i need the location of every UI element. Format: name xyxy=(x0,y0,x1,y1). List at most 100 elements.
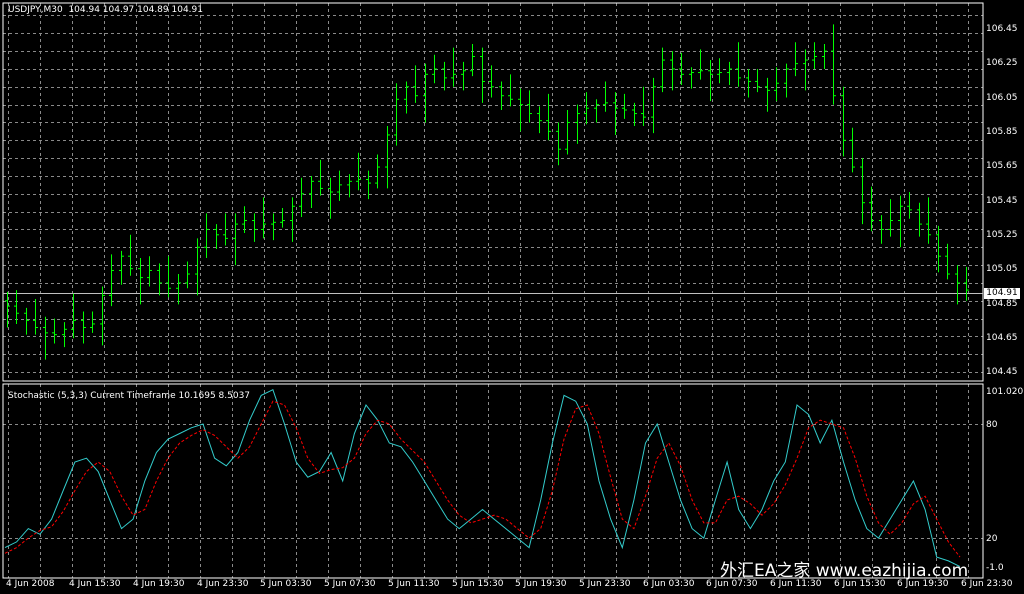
price-bar[interactable] xyxy=(727,61,732,86)
price-bar[interactable] xyxy=(242,206,247,234)
price-bar[interactable] xyxy=(841,86,846,157)
price-bar[interactable] xyxy=(917,202,922,237)
price-bar[interactable] xyxy=(527,90,532,123)
price-bar[interactable] xyxy=(907,192,912,219)
price-bar[interactable] xyxy=(195,238,200,296)
price-bar[interactable] xyxy=(166,256,171,298)
x-tick: 4 Jun 15:30 xyxy=(69,579,121,589)
price-bar[interactable] xyxy=(5,291,10,328)
price-bar[interactable] xyxy=(71,293,76,339)
price-bar[interactable] xyxy=(24,307,29,335)
x-tick: 5 Jun 19:30 xyxy=(515,579,567,589)
price-bar[interactable] xyxy=(489,65,494,98)
price-bar[interactable] xyxy=(404,81,409,114)
x-tick: 6 Jun 23:30 xyxy=(961,579,1013,589)
price-bar[interactable] xyxy=(537,106,542,134)
price-bar[interactable] xyxy=(109,254,114,307)
price-bar[interactable] xyxy=(717,58,722,84)
price-bar[interactable] xyxy=(14,290,19,324)
price-bar[interactable] xyxy=(233,213,238,266)
price-bar[interactable] xyxy=(375,154,380,189)
price-bar[interactable] xyxy=(831,24,836,105)
price-bar[interactable] xyxy=(736,42,741,87)
indicator-y-tick: 101.0207 xyxy=(986,387,1024,397)
price-bar[interactable] xyxy=(565,109,570,155)
price-bar[interactable] xyxy=(318,159,323,196)
indicator-y-tick: 20 xyxy=(986,534,998,544)
price-bar[interactable] xyxy=(90,311,95,333)
price-bar[interactable] xyxy=(204,213,209,258)
price-bar[interactable] xyxy=(442,61,447,91)
price-bar[interactable] xyxy=(518,88,523,132)
price-bar[interactable] xyxy=(603,81,608,112)
x-tick: 5 Jun 07:30 xyxy=(324,579,376,589)
price-bar[interactable] xyxy=(508,74,513,107)
price-bar[interactable] xyxy=(176,274,181,305)
price-bar[interactable] xyxy=(898,195,903,248)
price-bar[interactable] xyxy=(812,42,817,69)
price-bar[interactable] xyxy=(850,127,855,173)
price-bar[interactable] xyxy=(784,63,789,98)
price-bar[interactable] xyxy=(451,47,456,87)
price-bar[interactable] xyxy=(869,186,874,232)
price-bar[interactable] xyxy=(33,298,38,335)
price-bar[interactable] xyxy=(945,243,950,280)
price-bar[interactable] xyxy=(860,158,865,225)
price-bar[interactable] xyxy=(138,257,143,305)
price-bar[interactable] xyxy=(641,86,646,127)
price-bar[interactable] xyxy=(261,197,266,239)
price-bar[interactable] xyxy=(746,68,751,98)
price-bar[interactable] xyxy=(385,126,390,189)
price-bar[interactable] xyxy=(888,199,893,237)
price-bar[interactable] xyxy=(423,63,428,123)
price-bar[interactable] xyxy=(955,265,960,305)
chart-frame xyxy=(2,2,984,579)
price-bar[interactable] xyxy=(252,213,257,242)
price-bar[interactable] xyxy=(926,197,931,244)
y-tick: 105.85 xyxy=(986,127,1018,137)
price-bar[interactable] xyxy=(347,174,352,198)
x-tick: 5 Jun 23:30 xyxy=(579,579,631,589)
price-bar[interactable] xyxy=(470,44,475,77)
price-bar[interactable] xyxy=(670,51,675,91)
price-bar[interactable] xyxy=(594,99,599,123)
price-bar[interactable] xyxy=(128,234,133,276)
price-bar[interactable] xyxy=(157,263,162,296)
price-bar[interactable] xyxy=(793,42,798,77)
price-bar[interactable] xyxy=(413,65,418,103)
price-bar[interactable] xyxy=(613,92,618,135)
price-bar[interactable] xyxy=(299,177,304,217)
price-bar[interactable] xyxy=(546,93,551,141)
price-bar[interactable] xyxy=(679,52,684,86)
price-bar[interactable] xyxy=(822,44,827,69)
x-tick: 4 Jun 23:30 xyxy=(197,579,249,589)
ohlc-bars[interactable] xyxy=(5,24,969,360)
price-bar[interactable] xyxy=(147,256,152,287)
price-bar[interactable] xyxy=(119,250,124,285)
price-bar[interactable] xyxy=(461,61,466,91)
price-bar[interactable] xyxy=(280,208,285,228)
price-bar[interactable] xyxy=(575,104,580,144)
price-bar[interactable] xyxy=(689,67,694,89)
price-bar[interactable] xyxy=(214,224,219,250)
price-bar[interactable] xyxy=(765,77,770,112)
price-bar[interactable] xyxy=(52,318,57,344)
x-tick: 4 Jun 2008 xyxy=(6,579,55,589)
price-bar[interactable] xyxy=(622,93,627,119)
price-bar[interactable] xyxy=(309,175,314,209)
current-price-tag: 104.91 xyxy=(984,288,1020,299)
price-bar[interactable] xyxy=(432,54,437,84)
price-bar[interactable] xyxy=(480,47,485,103)
price-bar[interactable] xyxy=(337,170,342,201)
price-bar[interactable] xyxy=(271,213,276,241)
price-bar[interactable] xyxy=(394,83,399,146)
price-bar[interactable] xyxy=(632,102,637,127)
price-bar[interactable] xyxy=(81,311,86,344)
price-bar[interactable] xyxy=(290,197,295,242)
price-bar[interactable] xyxy=(43,316,48,360)
price-bar[interactable] xyxy=(62,322,67,348)
x-tick: 6 Jun 03:30 xyxy=(643,579,695,589)
price-bar[interactable] xyxy=(698,49,703,80)
price-bar[interactable] xyxy=(755,68,760,93)
price-bar[interactable] xyxy=(774,67,779,102)
